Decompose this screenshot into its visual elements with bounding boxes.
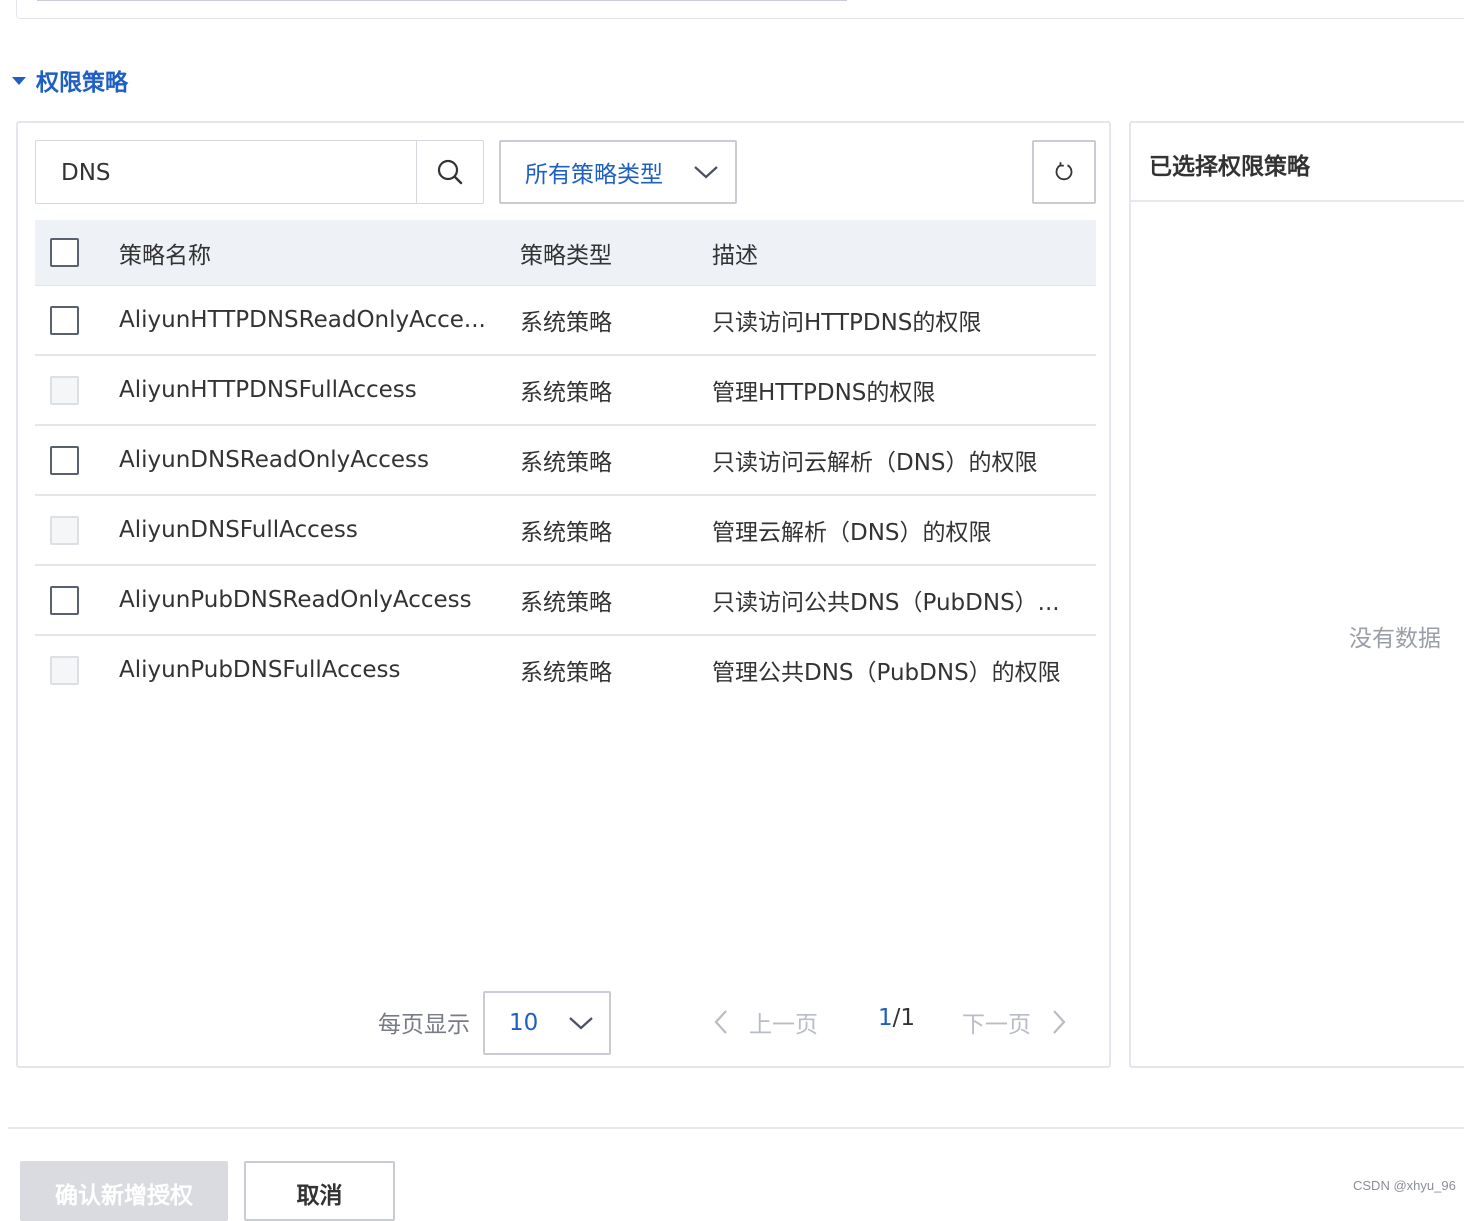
- policy-table: 策略名称 策略类型 描述 AliyunHTTPDNSReadOnlyAcce..…: [35, 220, 1096, 704]
- policy-name: AliyunHTTPDNSFullAccess: [119, 377, 417, 403]
- table-row[interactable]: AliyunDNSFullAccess 系统策略 管理云解析（DNS）的权限: [35, 496, 1096, 566]
- table-row[interactable]: AliyunPubDNSFullAccess 系统策略 管理公共DNS（PubD…: [35, 636, 1096, 704]
- selected-panel-title: 已选择权限策略: [1149, 154, 1310, 180]
- prev-page-button[interactable]: 上一页: [713, 1005, 818, 1039]
- table-row[interactable]: AliyunHTTPDNSFullAccess 系统策略 管理HTTPDNS的权…: [35, 356, 1096, 426]
- previous-section-divider: [37, 0, 847, 1]
- current-page: 1: [878, 1005, 893, 1031]
- section-title: 权限策略: [36, 70, 128, 96]
- chevron-down-icon: [569, 1017, 593, 1030]
- policy-type: 系统策略: [520, 380, 612, 406]
- policy-desc: 只读访问云解析（DNS）的权限: [712, 450, 1038, 476]
- per-page-label: 每页显示: [378, 1012, 470, 1038]
- empty-state-text: 没有数据: [1349, 626, 1441, 652]
- chevron-right-icon: [1053, 1010, 1066, 1034]
- refresh-icon: [1055, 162, 1073, 181]
- refresh-button[interactable]: [1032, 140, 1096, 204]
- policy-name: AliyunHTTPDNSReadOnlyAcce...: [119, 307, 486, 333]
- policy-type: 系统策略: [520, 450, 612, 476]
- column-header-name[interactable]: 策略名称: [119, 236, 520, 270]
- policy-type: 系统策略: [520, 590, 612, 616]
- table-row[interactable]: AliyunHTTPDNSReadOnlyAcce... 系统策略 只读访问HT…: [35, 286, 1096, 356]
- policy-name: AliyunPubDNSFullAccess: [119, 657, 401, 683]
- next-page-label: 下一页: [962, 1012, 1031, 1038]
- selected-panel-divider: [1131, 200, 1464, 202]
- table-header: 策略名称 策略类型 描述: [35, 220, 1096, 286]
- policy-name: AliyunPubDNSReadOnlyAccess: [119, 587, 472, 613]
- column-header-type: 策略类型: [520, 242, 612, 269]
- policy-type-select[interactable]: 所有策略类型: [499, 140, 737, 204]
- watermark: CSDN @xhyu_96: [1353, 1178, 1456, 1193]
- policy-name: AliyunDNSReadOnlyAccess: [119, 447, 430, 473]
- page-indicator: 1/1: [878, 1005, 915, 1031]
- chevron-left-icon: [714, 1010, 727, 1034]
- next-page-button[interactable]: 下一页: [962, 1005, 1067, 1039]
- policy-section-toggle[interactable]: 权限策略: [12, 62, 128, 98]
- row-checkbox-disabled: [50, 655, 79, 685]
- cancel-button[interactable]: 取消: [244, 1161, 395, 1221]
- search-box: [35, 140, 484, 205]
- footer-divider: [8, 1127, 1464, 1129]
- policy-type-select-value: 所有策略类型: [525, 162, 663, 188]
- per-page-select[interactable]: 10: [483, 991, 611, 1055]
- row-checkbox[interactable]: [50, 305, 79, 335]
- chevron-down-icon: [694, 166, 718, 179]
- previous-section-container: [16, 0, 1464, 19]
- row-checkbox-disabled: [50, 515, 79, 545]
- table-row[interactable]: AliyunPubDNSReadOnlyAccess 系统策略 只读访问公共DN…: [35, 566, 1096, 636]
- selected-policies-panel: 已选择权限策略 没有数据: [1129, 121, 1464, 1068]
- row-checkbox[interactable]: [50, 585, 79, 615]
- select-all-checkbox[interactable]: [50, 238, 79, 267]
- policy-type: 系统策略: [520, 310, 612, 336]
- confirm-authorization-button[interactable]: 确认新增授权: [20, 1161, 228, 1221]
- policy-desc: 只读访问公共DNS（PubDNS）...: [712, 590, 1060, 616]
- pagination: 每页显示 10 上一页 1/1 下一页: [18, 991, 1113, 1055]
- policy-name: AliyunDNSFullAccess: [119, 517, 358, 543]
- prev-page-label: 上一页: [749, 1012, 818, 1038]
- caret-down-icon: [12, 77, 26, 85]
- search-input[interactable]: [36, 141, 416, 205]
- policy-desc: 只读访问HTTPDNS的权限: [712, 310, 982, 336]
- policy-type: 系统策略: [520, 660, 612, 686]
- total-pages: 1: [900, 1005, 916, 1031]
- table-row[interactable]: AliyunDNSReadOnlyAccess 系统策略 只读访问云解析（DNS…: [35, 426, 1096, 496]
- policy-list-panel: 所有策略类型 策略名称 策略类型 描述 AliyunHTTPDNSReadOnl…: [16, 121, 1111, 1068]
- policy-desc: 管理云解析（DNS）的权限: [712, 520, 992, 546]
- column-header-desc: 描述: [712, 242, 758, 269]
- policy-desc: 管理HTTPDNS的权限: [712, 380, 936, 406]
- row-checkbox-disabled: [50, 375, 79, 405]
- search-icon: [437, 159, 463, 185]
- row-checkbox[interactable]: [50, 445, 79, 475]
- policy-type: 系统策略: [520, 520, 612, 546]
- search-button[interactable]: [416, 141, 483, 203]
- policy-desc: 管理公共DNS（PubDNS）的权限: [712, 660, 1061, 686]
- per-page-value: 10: [509, 1010, 539, 1036]
